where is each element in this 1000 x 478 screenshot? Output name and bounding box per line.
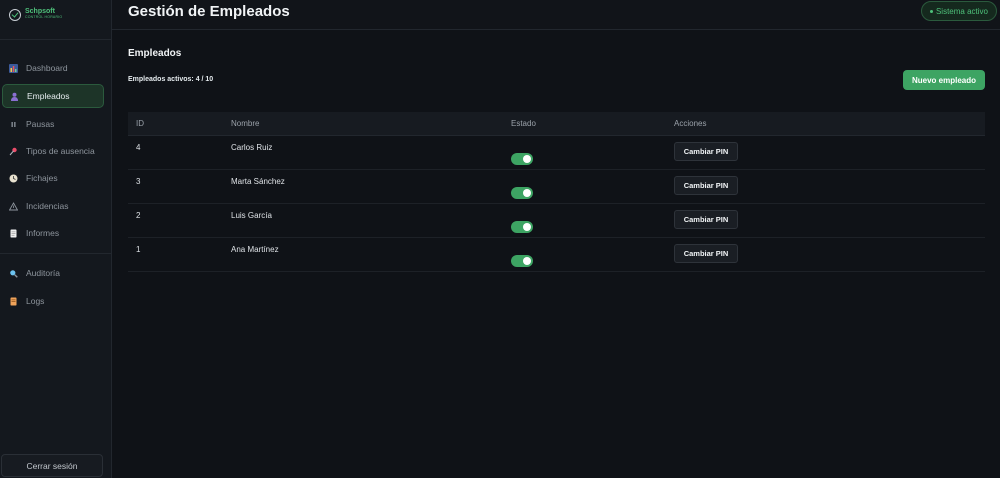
- warning-icon: [8, 201, 18, 211]
- sidebar-item-informes[interactable]: Informes: [2, 221, 104, 245]
- table-row: 2 Luis García Cambiar PIN: [128, 204, 985, 238]
- status-dot-icon: [929, 9, 933, 13]
- pause-icon: [8, 119, 18, 129]
- logout-button[interactable]: Cerrar sesión: [1, 454, 103, 477]
- sidebar-item-label: Pausas: [26, 119, 55, 129]
- table-header: ID Nombre Estado Acciones: [128, 112, 985, 136]
- sidebar-item-logs[interactable]: Logs: [2, 289, 104, 313]
- active-toggle[interactable]: [511, 186, 533, 199]
- employee-name: Luis García: [231, 211, 272, 220]
- employee-name: Marta Sánchez: [231, 177, 285, 186]
- active-employees-count: Empleados activos: 4 / 10: [128, 76, 214, 83]
- sidebar-item-incidencias[interactable]: Incidencias: [2, 194, 104, 218]
- clock-icon: [8, 173, 18, 183]
- sidebar-item-label: Empleados: [27, 91, 70, 101]
- column-header-state: Estado: [511, 119, 536, 128]
- sidebar-item-empleados[interactable]: Empleados: [2, 84, 104, 108]
- sidebar-item-label: Fichajes: [26, 173, 58, 183]
- sidebar-item-label: Incidencias: [26, 201, 69, 211]
- check-clock-logo-icon: [9, 9, 21, 21]
- table-row: 3 Marta Sánchez Cambiar PIN: [128, 170, 985, 204]
- sidebar-item-dashboard[interactable]: Dashboard: [2, 56, 104, 80]
- employee-id: 2: [136, 211, 141, 220]
- table-row: 4 Carlos Ruiz Cambiar PIN: [128, 136, 985, 170]
- header: Gestión de Empleados Sistema activo: [112, 0, 1000, 30]
- employee-id: 1: [136, 245, 141, 254]
- sidebar-divider: [0, 39, 111, 40]
- employee-name: Ana Martínez: [231, 245, 279, 254]
- sidebar: Schpsoft CONTROL HORARIO Dashboard Emple…: [0, 0, 112, 478]
- active-toggle[interactable]: [511, 220, 533, 233]
- sidebar-item-auditoria[interactable]: Auditoría: [2, 261, 104, 285]
- sidebar-item-label: Logs: [26, 296, 45, 306]
- employees-table: ID Nombre Estado Acciones 4 Carlos Ruiz …: [128, 112, 985, 272]
- sidebar-item-label: Auditoría: [26, 268, 61, 278]
- user-icon: [9, 91, 19, 101]
- section-title: Empleados: [128, 48, 182, 59]
- column-header-id: ID: [136, 119, 144, 128]
- status-text: Sistema activo: [935, 6, 988, 16]
- sidebar-item-fichajes[interactable]: Fichajes: [2, 166, 104, 190]
- sidebar-item-pausas[interactable]: Pausas: [2, 112, 104, 136]
- sidebar-divider: [0, 253, 111, 254]
- page-title: Gestión de Empleados: [128, 3, 290, 20]
- new-employee-button[interactable]: Nuevo empleado: [903, 70, 985, 90]
- change-pin-button[interactable]: Cambiar PIN: [674, 176, 738, 195]
- active-toggle[interactable]: [511, 152, 533, 165]
- sidebar-item-label: Tipos de ausencia: [26, 146, 95, 156]
- scroll-icon: [8, 296, 18, 306]
- active-toggle[interactable]: [511, 254, 533, 267]
- change-pin-button[interactable]: Cambiar PIN: [674, 244, 738, 263]
- sidebar-item-label: Informes: [26, 228, 60, 238]
- brand: Schpsoft CONTROL HORARIO: [9, 7, 62, 21]
- pin-icon: [8, 146, 18, 156]
- sidebar-item-label: Dashboard: [26, 63, 68, 73]
- employee-name: Carlos Ruiz: [231, 143, 273, 152]
- change-pin-button[interactable]: Cambiar PIN: [674, 142, 738, 161]
- sidebar-item-tipos-de-ausencia[interactable]: Tipos de ausencia: [2, 139, 104, 163]
- employee-id: 3: [136, 177, 141, 186]
- column-header-actions: Acciones: [674, 119, 707, 128]
- document-icon: [8, 228, 18, 238]
- table-row: 1 Ana Martínez Cambiar PIN: [128, 238, 985, 272]
- magnifier-icon: [8, 268, 18, 278]
- brand-subtitle: CONTROL HORARIO: [25, 15, 63, 20]
- status-badge: Sistema activo: [920, 1, 997, 21]
- bar-chart-icon: [8, 63, 18, 73]
- employee-id: 4: [136, 143, 141, 152]
- column-header-name: Nombre: [231, 119, 260, 128]
- brand-name: Schpsoft: [25, 8, 55, 16]
- change-pin-button[interactable]: Cambiar PIN: [674, 210, 738, 229]
